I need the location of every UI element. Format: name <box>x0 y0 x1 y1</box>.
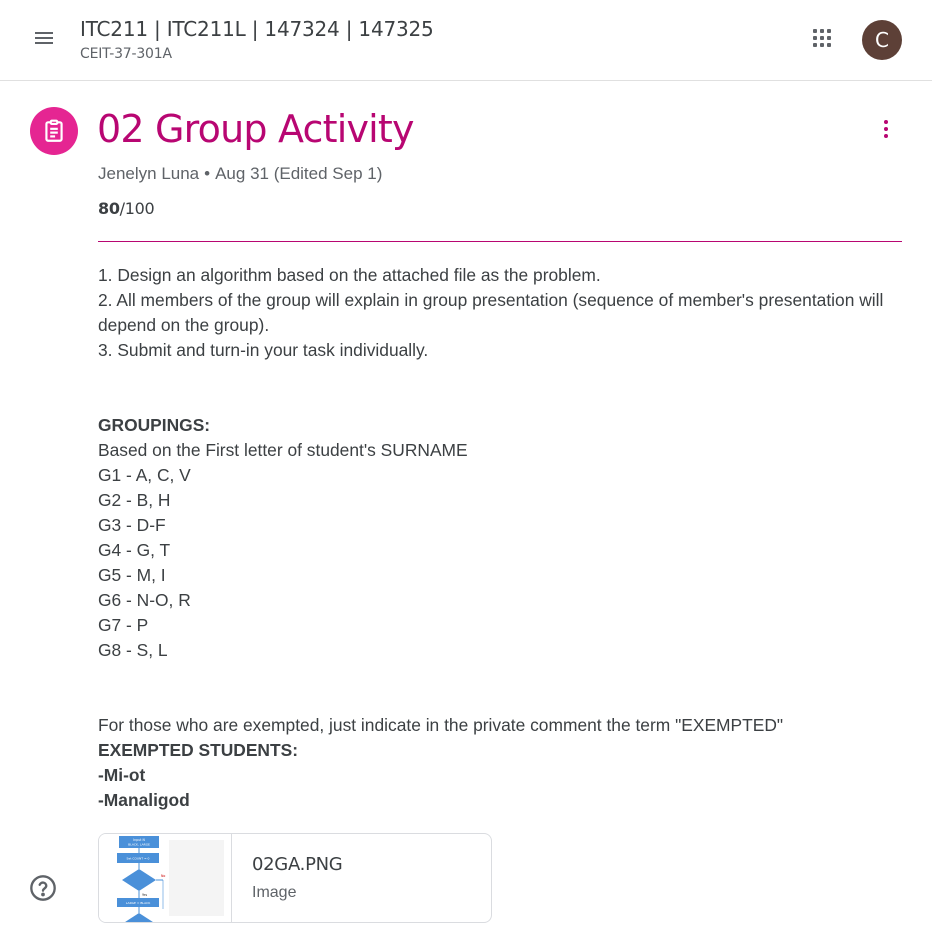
assignment-meta: Jenelyn Luna • Aug 31 (Edited Sep 1) <box>98 164 382 184</box>
groupings-note: Based on the First letter of student's S… <box>98 440 468 460</box>
meta-separator: • <box>204 164 211 183</box>
attachment-card[interactable]: Input N BLACK, LARGE Set COUNT = 0 No Ye… <box>98 833 492 923</box>
group-item: G6 - N-O, R <box>98 590 191 610</box>
assignment-clipboard-icon <box>30 107 78 155</box>
account-avatar[interactable]: C <box>862 20 902 60</box>
thumb-text: BLACK, LARGE <box>128 843 150 847</box>
group-item: G5 - M, I <box>98 565 166 585</box>
instruction-step-1: 1. Design an algorithm based on the atta… <box>98 265 601 285</box>
top-app-bar: ITC211 | ITC211L | 147324 | 147325 CEIT-… <box>0 0 932 81</box>
course-section: CEIT-37-301A <box>80 46 172 62</box>
exempt-note: For those who are exempted, just indicat… <box>98 715 784 735</box>
author-name: Jenelyn Luna <box>98 164 200 183</box>
groupings-heading: GROUPINGS: <box>98 415 211 435</box>
thumb-text: Yes <box>142 893 147 897</box>
google-apps-button[interactable] <box>800 18 844 62</box>
group-item: G3 - D-F <box>98 515 166 535</box>
post-date: Aug 31 (Edited Sep 1) <box>215 164 383 183</box>
group-item: G7 - P <box>98 615 149 635</box>
grade-total: /100 <box>119 199 155 218</box>
flowchart-thumbnail-image: Input N BLACK, LARGE Set COUNT = 0 No Ye… <box>99 834 232 922</box>
instruction-step-3: 3. Submit and turn-in your task individu… <box>98 340 429 360</box>
thumb-text: Input N <box>133 838 145 842</box>
more-vert-icon <box>874 117 898 146</box>
apps-grid-icon <box>810 26 834 55</box>
assignment-title: 02 Group Activity <box>97 107 415 151</box>
grade-score: 80 <box>98 199 120 218</box>
assignment-instructions: 1. Design an algorithm based on the atta… <box>98 263 898 813</box>
group-item: G2 - B, H <box>98 490 171 510</box>
more-options-button[interactable] <box>864 109 908 153</box>
exempted-student: -Mi-ot <box>98 765 146 785</box>
thumb-text: LARGE = BLACK <box>126 901 151 905</box>
attachment-type: Image <box>252 884 297 901</box>
course-title[interactable]: ITC211 | ITC211L | 147324 | 147325 <box>80 17 434 41</box>
thumb-text: No <box>161 874 165 878</box>
help-button[interactable] <box>24 871 62 909</box>
header-divider <box>98 241 902 242</box>
group-item: G8 - S, L <box>98 640 168 660</box>
grade-points: 80/100 <box>98 199 155 218</box>
instruction-step-2: 2. All members of the group will explain… <box>98 290 884 335</box>
main-menu-button[interactable] <box>22 18 66 62</box>
exempted-student: -Manaligod <box>98 790 190 810</box>
hamburger-menu-icon <box>32 26 56 55</box>
thumb-text: Set COUNT = 0 <box>127 857 150 861</box>
group-item: G1 - A, C, V <box>98 465 191 485</box>
exempted-heading: EXEMPTED STUDENTS: <box>98 740 299 760</box>
group-item: G4 - G, T <box>98 540 171 560</box>
attachment-name: 02GA.PNG <box>252 854 343 875</box>
help-circle-icon <box>29 874 57 907</box>
